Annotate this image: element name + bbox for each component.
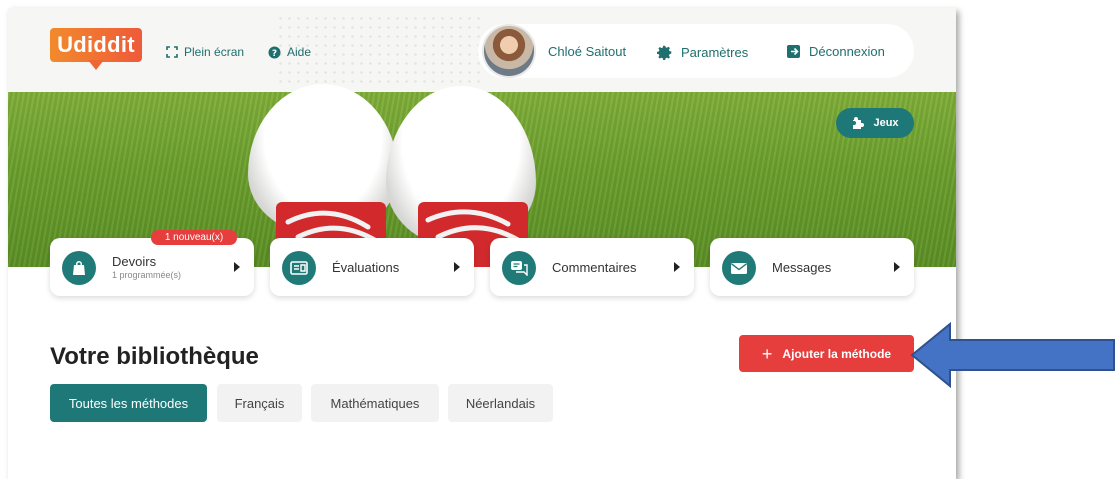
evaluation-icon xyxy=(282,251,316,285)
card-commentaires-label: Commentaires xyxy=(552,260,637,275)
card-evaluations[interactable]: Évaluations xyxy=(270,238,474,296)
card-devoirs-sub: 1 programmée(s) xyxy=(112,270,182,280)
gear-icon xyxy=(657,45,672,60)
card-evaluations-label: Évaluations xyxy=(332,260,400,275)
logo-text: Udiddit xyxy=(57,32,135,57)
tab-neerlandais[interactable]: Néerlandais xyxy=(448,384,553,422)
chevron-right-icon xyxy=(454,262,460,272)
card-devoirs[interactable]: Devoirs 1 programmée(s) xyxy=(50,238,254,296)
new-badge: 1 nouveau(x) xyxy=(151,230,237,245)
logout-label: Déconnexion xyxy=(809,44,885,59)
fullscreen-link[interactable]: Plein écran xyxy=(166,45,244,59)
card-devoirs-label: Devoirs xyxy=(112,254,157,269)
tab-mathematiques[interactable]: Mathématiques xyxy=(311,384,439,422)
logout-icon xyxy=(787,45,800,58)
puzzle-icon xyxy=(853,117,865,129)
app-window: Udiddit Plein écran ? Aide Chloé Saitout xyxy=(8,8,956,479)
card-messages[interactable]: Messages xyxy=(710,238,914,296)
settings-link[interactable]: Paramètres xyxy=(656,44,748,61)
mail-icon xyxy=(722,251,756,285)
add-method-button[interactable]: + Ajouter la méthode xyxy=(739,335,914,372)
fullscreen-label: Plein écran xyxy=(184,45,245,59)
udiddit-logo[interactable]: Udiddit xyxy=(50,28,142,62)
bag-icon xyxy=(62,251,96,285)
svg-text:?: ? xyxy=(272,49,277,59)
games-button[interactable]: Jeux xyxy=(836,108,914,138)
tab-francais[interactable]: Français xyxy=(217,384,302,422)
logout-link[interactable]: Déconnexion xyxy=(786,44,885,59)
plus-icon: + xyxy=(761,343,773,364)
chevron-right-icon xyxy=(674,262,680,272)
tab-all-methods[interactable]: Toutes les méthodes xyxy=(50,384,207,422)
top-header: Udiddit Plein écran ? Aide Chloé Saitout xyxy=(8,8,956,92)
user-avatar[interactable] xyxy=(482,24,536,78)
user-name-label: Chloé Saitout xyxy=(548,44,627,59)
help-link[interactable]: ? Aide xyxy=(268,45,311,59)
card-commentaires[interactable]: Commentaires xyxy=(490,238,694,296)
add-method-label: Ajouter la méthode xyxy=(782,346,892,361)
user-name[interactable]: Chloé Saitout xyxy=(548,44,626,59)
chevron-right-icon xyxy=(894,262,900,272)
settings-label: Paramètres xyxy=(681,45,749,60)
comments-icon xyxy=(502,251,536,285)
fullscreen-icon xyxy=(166,46,178,58)
logo-tail xyxy=(88,60,104,70)
library-title: Votre bibliothèque xyxy=(50,343,259,370)
card-messages-label: Messages xyxy=(772,260,832,275)
help-label: Aide xyxy=(287,45,312,59)
chevron-right-icon xyxy=(234,262,240,272)
help-icon: ? xyxy=(268,46,281,59)
games-label: Jeux xyxy=(873,117,899,129)
annotation-arrow-icon xyxy=(910,321,1115,389)
